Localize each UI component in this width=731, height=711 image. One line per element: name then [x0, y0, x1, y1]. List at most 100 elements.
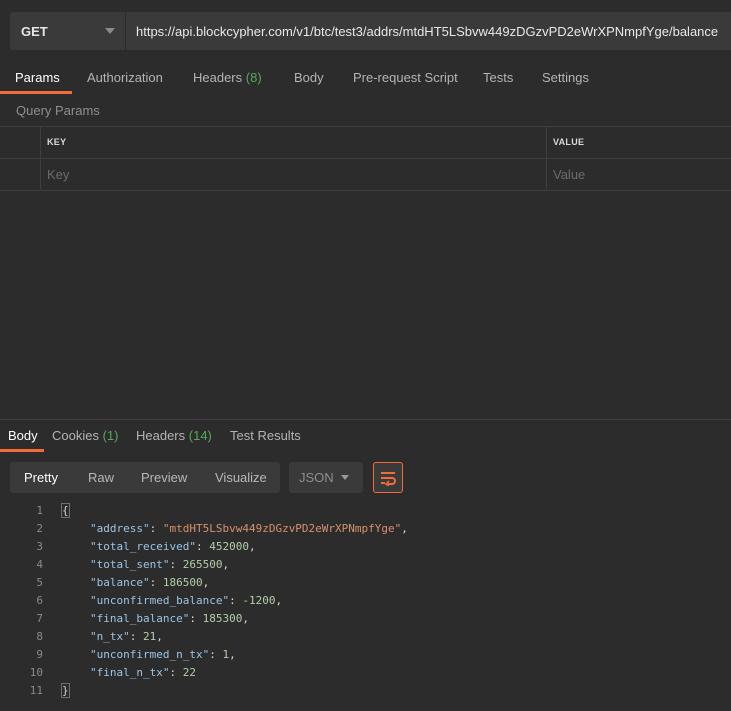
response-tabs: Body Cookies (1) Headers (14) Test Resul…	[0, 420, 731, 452]
column-divider	[40, 127, 41, 189]
json-key: "final_n_tx"	[90, 666, 170, 679]
json-key: "unconfirmed_balance"	[90, 594, 230, 607]
request-bar: GET https://api.blockcypher.com/v1/btc/t…	[0, 0, 731, 62]
tab-count: (8)	[245, 70, 262, 85]
line-number: 7	[36, 612, 43, 625]
code-line: 11}	[0, 682, 731, 700]
code-text: "final_n_tx": 22	[90, 666, 196, 679]
tab-label: Cookies	[52, 428, 99, 443]
url-input[interactable]: https://api.blockcypher.com/v1/btc/test3…	[126, 12, 731, 50]
json-value: -1200	[242, 594, 276, 607]
code-text: "unconfirmed_n_tx": 1,	[90, 648, 236, 661]
code-line: 2 "address": "mtdHT5LSbvw449zDGzvPD2eWrXP…	[0, 520, 731, 538]
params-new-row: Key Value	[0, 159, 731, 189]
code-text: "address": "mtdHT5LSbvw449zDGzvPD2eWrXPN…	[90, 522, 408, 535]
tab-test-results[interactable]: Test Results	[230, 428, 301, 443]
tab-label: Pre-request Script	[353, 70, 458, 85]
tab-count: (1)	[102, 428, 119, 443]
json-value: 21	[143, 630, 157, 643]
code-line: 3 "total_received": 452000,	[0, 538, 731, 556]
json-value: 185300	[202, 612, 243, 625]
code-line: 6 "unconfirmed_balance": -1200,	[0, 592, 731, 610]
json-value: 1	[222, 648, 230, 661]
tab-tests[interactable]: Tests	[483, 70, 513, 85]
format-select[interactable]: JSON	[289, 462, 363, 493]
line-number: 1	[36, 504, 43, 517]
tab-pre-request-script[interactable]: Pre-request Script	[353, 70, 458, 85]
params-table: KEY VALUE Key Value	[0, 126, 731, 191]
tab-params[interactable]: Params	[15, 70, 60, 85]
json-value: "mtdHT5LSbvw449zDGzvPD2eWrXPNmpfYge"	[162, 522, 402, 535]
value-column-header: VALUE	[553, 137, 585, 147]
code-line: 5 "balance": 186500,	[0, 574, 731, 592]
chevron-down-icon	[341, 475, 349, 480]
key-input[interactable]: Key	[47, 167, 69, 182]
response-toolbar: Pretty Raw Preview Visualize JSON	[0, 452, 731, 500]
tab-label: Headers	[136, 428, 186, 443]
code-text: }	[61, 683, 70, 698]
view-preview[interactable]: Preview	[141, 470, 187, 485]
code-line: 1{	[0, 502, 731, 520]
tab-response-body[interactable]: Body	[8, 428, 38, 443]
json-key: "final_balance"	[90, 612, 190, 625]
code-text: "balance": 186500,	[90, 576, 210, 589]
tab-label: Test Results	[230, 428, 301, 443]
wrap-lines-button[interactable]	[373, 462, 403, 493]
line-number: 5	[36, 576, 43, 589]
tab-headers[interactable]: Headers (8)	[193, 70, 262, 85]
format-label: JSON	[299, 470, 334, 485]
code-line: 7 "final_balance": 185300,	[0, 610, 731, 628]
brace: }	[61, 683, 70, 698]
json-value: 265500	[182, 558, 223, 571]
tab-label: Tests	[483, 70, 514, 85]
chevron-down-icon	[105, 28, 115, 34]
json-key: "balance"	[90, 576, 150, 589]
view-pretty[interactable]: Pretty	[24, 470, 58, 485]
tab-label: Authorization	[87, 70, 163, 85]
code-line: 4 "total_sent": 265500,	[0, 556, 731, 574]
tab-label: Params	[15, 70, 60, 85]
tab-authorization[interactable]: Authorization	[87, 70, 163, 85]
request-tabs: Params Authorization Headers (8) Body Pr…	[0, 62, 731, 94]
line-number: 11	[29, 684, 43, 697]
line-number: 2	[36, 522, 43, 535]
line-number: 9	[36, 648, 43, 661]
tab-count: (14)	[188, 428, 212, 443]
line-number: 3	[36, 540, 43, 553]
tab-cookies[interactable]: Cookies (1)	[52, 428, 118, 443]
line-number: 6	[36, 594, 43, 607]
code-text: "unconfirmed_balance": -1200,	[90, 594, 283, 607]
line-number: 8	[36, 630, 43, 643]
tab-label: Settings	[542, 70, 589, 85]
code-text: "total_received": 452000,	[90, 540, 256, 553]
json-value: 186500	[162, 576, 203, 589]
tab-response-headers[interactable]: Headers (14)	[136, 428, 212, 443]
wrap-lines-icon	[381, 471, 396, 486]
code-line: 10 "final_n_tx": 22	[0, 664, 731, 682]
view-raw[interactable]: Raw	[88, 470, 114, 485]
json-key: "n_tx"	[90, 630, 130, 643]
tab-body[interactable]: Body	[294, 70, 324, 85]
code-text: "n_tx": 21,	[90, 630, 163, 643]
code-text: "total_sent": 265500,	[90, 558, 230, 571]
tab-settings[interactable]: Settings	[542, 70, 589, 85]
json-value: 22	[182, 666, 196, 679]
code-text: {	[61, 503, 70, 518]
method-select[interactable]: GET	[10, 12, 125, 50]
column-divider	[546, 127, 547, 189]
view-visualize[interactable]: Visualize	[215, 470, 267, 485]
json-key: "address"	[90, 522, 150, 535]
view-mode-switcher: Pretty Raw Preview Visualize	[10, 462, 280, 493]
json-key: "unconfirmed_n_tx"	[90, 648, 210, 661]
value-input[interactable]: Value	[553, 167, 585, 182]
code-line: 8 "n_tx": 21,	[0, 628, 731, 646]
code-line: 9 "unconfirmed_n_tx": 1,	[0, 646, 731, 664]
params-header-row: KEY VALUE	[0, 127, 731, 159]
json-key: "total_sent"	[90, 558, 170, 571]
brace: {	[61, 503, 70, 518]
key-column-header: KEY	[47, 137, 67, 147]
active-tab-indicator	[0, 91, 72, 94]
line-number: 4	[36, 558, 43, 571]
tab-label: Headers	[193, 70, 243, 85]
json-value: 452000	[209, 540, 249, 553]
